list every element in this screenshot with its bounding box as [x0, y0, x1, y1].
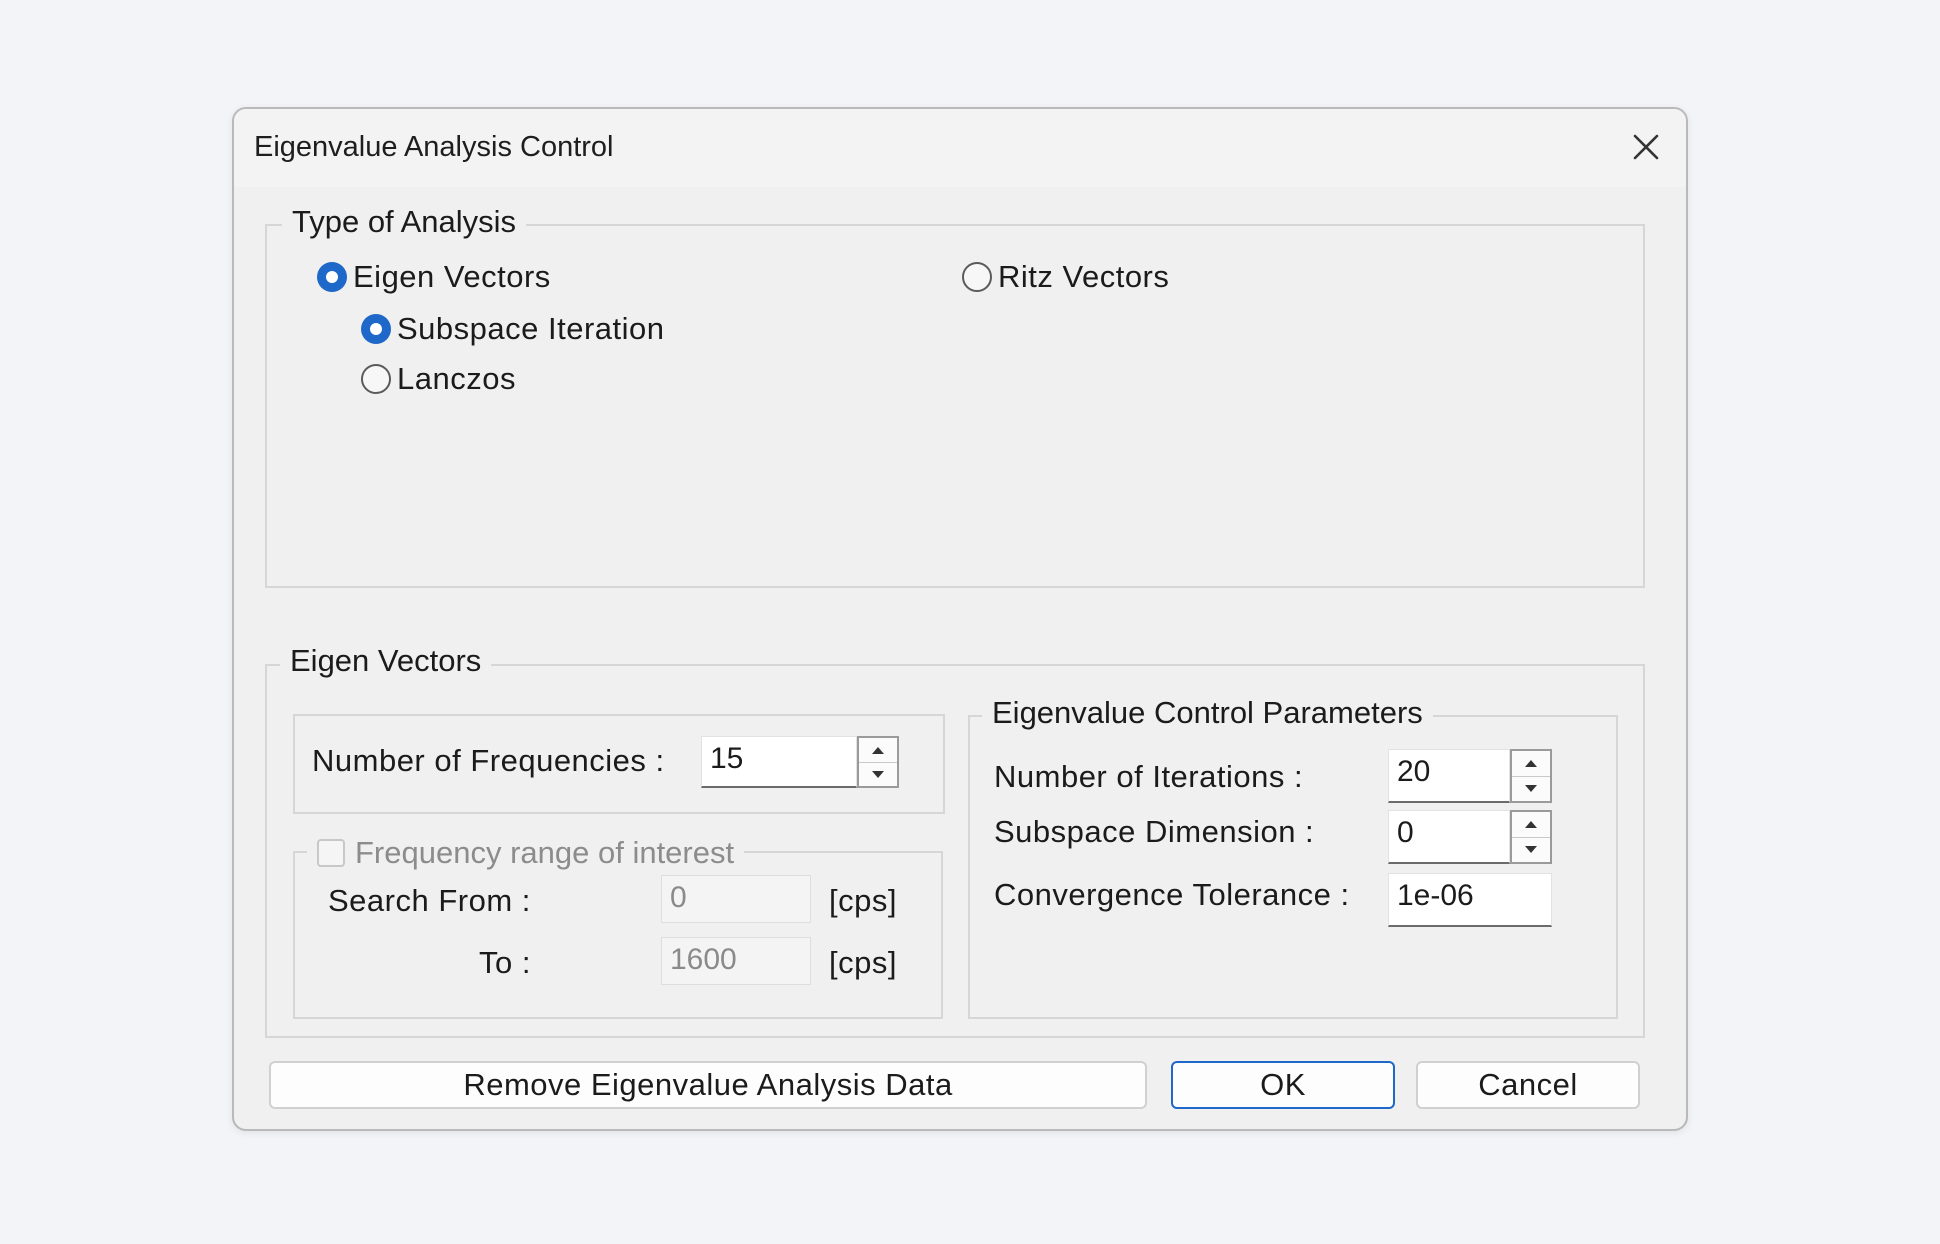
search-from-unit: [cps]	[829, 883, 897, 918]
subspace-dimension-input[interactable]: 0	[1388, 810, 1510, 864]
convergence-tolerance-label: Convergence Tolerance :	[994, 877, 1350, 912]
subspace-dimension-label: Subspace Dimension :	[994, 814, 1315, 849]
radio-button-unselected[interactable]	[962, 262, 992, 292]
chevron-down-icon[interactable]	[1512, 776, 1550, 801]
radio-button-unselected[interactable]	[361, 364, 391, 394]
eigen-vectors-legend: Eigen Vectors	[280, 641, 492, 681]
remove-eigenvalue-data-button[interactable]: Remove Eigenvalue Analysis Data	[269, 1061, 1147, 1109]
radio-lanczos-label: Lanczos	[397, 361, 516, 396]
cancel-button[interactable]: Cancel	[1416, 1061, 1640, 1109]
frequency-range-label: Frequency range of interest	[355, 835, 735, 870]
frequency-range-panel	[293, 851, 943, 1019]
control-parameters-legend: Eigenvalue Control Parameters	[982, 693, 1433, 733]
eigenvalue-analysis-dialog: Eigenvalue Analysis Control Type of Anal…	[232, 107, 1688, 1131]
frequency-range-legend[interactable]: Frequency range of interest	[307, 833, 745, 873]
chevron-up-icon[interactable]	[859, 738, 897, 763]
search-from-input[interactable]: 0	[661, 875, 811, 923]
radio-button-selected[interactable]	[317, 262, 347, 292]
radio-ritz-vectors-label: Ritz Vectors	[998, 259, 1170, 294]
chevron-up-icon[interactable]	[1512, 812, 1550, 838]
chevron-down-icon[interactable]	[859, 762, 897, 786]
type-of-analysis-legend: Type of Analysis	[282, 202, 527, 242]
subspace-dimension-stepper[interactable]	[1510, 810, 1552, 864]
dialog-title: Eigenvalue Analysis Control	[254, 131, 614, 163]
chevron-down-icon[interactable]	[1512, 837, 1550, 862]
radio-eigen-vectors-label: Eigen Vectors	[353, 259, 551, 294]
iterations-input[interactable]: 20	[1388, 749, 1510, 803]
convergence-tolerance-input[interactable]: 1e-06	[1388, 873, 1552, 927]
radio-subspace-iteration-label: Subspace Iteration	[397, 311, 665, 346]
frequency-range-checkbox[interactable]	[317, 839, 345, 867]
to-unit: [cps]	[829, 945, 897, 980]
chevron-up-icon[interactable]	[1512, 751, 1550, 777]
num-frequencies-label: Number of Frequencies :	[312, 743, 665, 778]
radio-ritz-vectors[interactable]: Ritz Vectors	[962, 257, 1169, 297]
iterations-label: Number of Iterations :	[994, 759, 1304, 794]
title-bar[interactable]: Eigenvalue Analysis Control	[234, 109, 1686, 187]
close-icon[interactable]	[1626, 127, 1666, 167]
radio-subspace-iteration[interactable]: Subspace Iteration	[361, 309, 665, 349]
to-input[interactable]: 1600	[661, 937, 811, 985]
num-frequencies-input[interactable]: 15	[701, 736, 857, 788]
iterations-stepper[interactable]	[1510, 749, 1552, 803]
to-label: To :	[479, 945, 531, 980]
radio-button-selected[interactable]	[361, 314, 391, 344]
radio-eigen-vectors[interactable]: Eigen Vectors	[317, 257, 551, 297]
search-from-label: Search From :	[328, 883, 531, 918]
num-frequencies-stepper[interactable]	[857, 736, 899, 788]
ok-button[interactable]: OK	[1171, 1061, 1395, 1109]
radio-lanczos[interactable]: Lanczos	[361, 359, 516, 399]
